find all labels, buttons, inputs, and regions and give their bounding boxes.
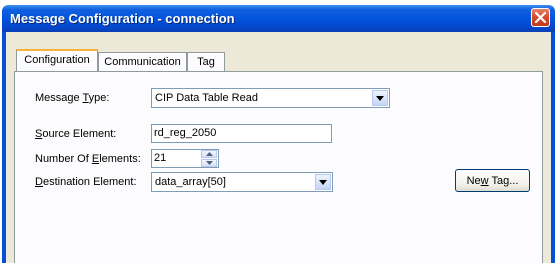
tab-communication[interactable]: Communication	[98, 52, 187, 71]
message-type-dropdown[interactable]: CIP Data Table Read	[151, 88, 390, 108]
source-element-input[interactable]	[154, 127, 327, 139]
arrow-down-icon	[206, 161, 213, 165]
tab-panel-configuration: Message Type: CIP Data Table Read Source…	[14, 71, 543, 263]
title-bar[interactable]: Message Configuration - connection	[2, 5, 555, 32]
tab-configuration[interactable]: Configuration	[16, 49, 98, 71]
spin-down-button[interactable]	[201, 159, 217, 167]
message-type-value: CIP Data Table Read	[155, 92, 258, 104]
destination-element-label: Destination Element:	[35, 176, 137, 188]
window-title: Message Configuration - connection	[10, 11, 235, 26]
message-type-dropdown-button[interactable]	[372, 90, 388, 106]
destination-element-dropdown[interactable]: data_array[50]	[151, 172, 333, 192]
number-of-elements-label: Number Of Elements:	[35, 153, 141, 165]
tab-tag[interactable]: Tag	[187, 52, 225, 71]
source-element-label: Source Element:	[35, 128, 117, 140]
source-element-field[interactable]	[151, 124, 332, 143]
new-tag-button[interactable]: New Tag...	[455, 169, 530, 192]
dialog-window: Message Configuration - connection Confi…	[2, 5, 555, 263]
tab-label: Configuration	[24, 54, 90, 66]
chevron-down-icon	[319, 180, 327, 185]
close-button[interactable]	[531, 8, 550, 27]
spin-up-button[interactable]	[201, 150, 217, 158]
message-type-label: Message Type:	[35, 92, 110, 104]
number-of-elements-stepper[interactable]	[151, 149, 219, 168]
window-frame-right	[551, 32, 555, 263]
number-of-elements-input[interactable]	[154, 152, 196, 164]
close-icon	[535, 12, 546, 23]
destination-element-value: data_array[50]	[155, 176, 226, 188]
arrow-up-icon	[206, 152, 213, 156]
chevron-down-icon	[376, 96, 384, 101]
destination-element-dropdown-button[interactable]	[315, 174, 331, 190]
tab-label: Communication	[104, 56, 181, 68]
window-frame-left	[2, 32, 6, 263]
tab-label: Tag	[197, 56, 215, 68]
